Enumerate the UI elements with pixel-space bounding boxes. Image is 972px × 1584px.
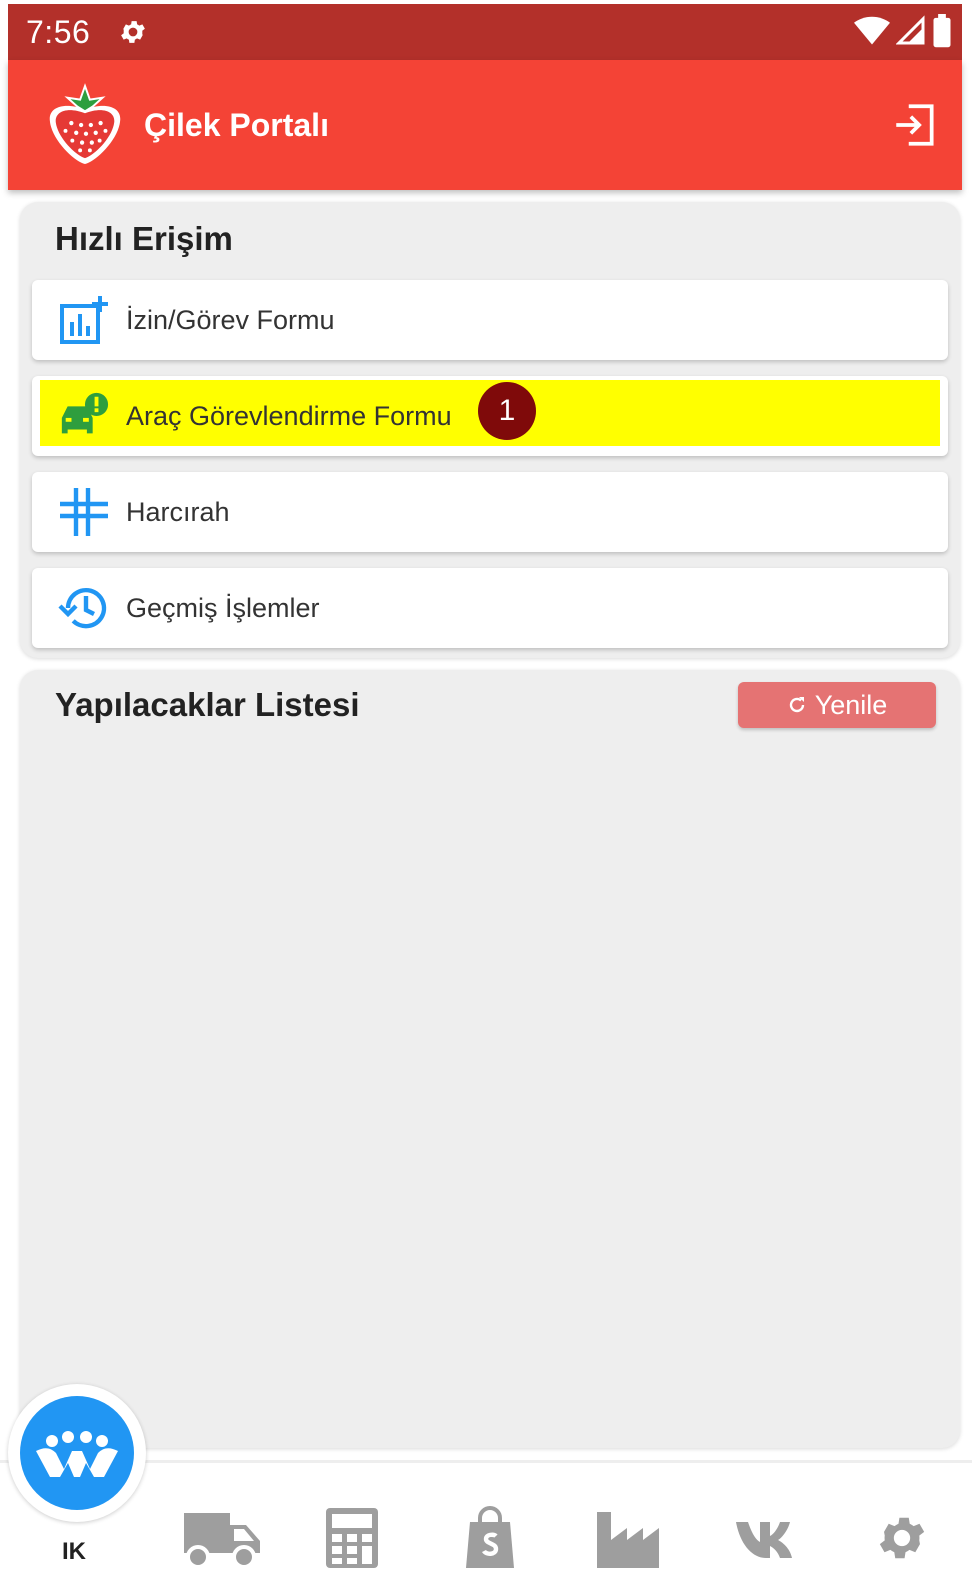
nav-shop[interactable] [450,1503,530,1573]
step-number-badge: 1 [478,382,536,440]
quick-item-label: Harcırah [126,496,230,527]
app-title: Çilek Portalı [144,106,329,143]
quick-item-leave-form[interactable]: İzin/Görev Formu [32,280,948,360]
wifi-icon [854,16,890,45]
refresh-label: Yenile [814,689,888,720]
status-icons [854,14,952,48]
quick-item-allowance[interactable]: Harcırah [32,472,948,552]
strawberry-logo-icon [49,83,121,164]
nav-factory[interactable] [590,1503,670,1573]
truck-icon [184,1513,260,1569]
status-time: 7:56 [26,13,91,50]
todo-list-title: Yapılacaklar Listesi [55,686,360,723]
gear-icon [879,1517,925,1559]
calculator-icon [326,1508,378,1568]
logout-button[interactable] [890,100,940,150]
nav-vk[interactable] [730,1503,810,1573]
nav-vehicles[interactable] [182,1503,262,1573]
factory-icon [597,1512,659,1568]
nav-calculator[interactable] [312,1503,392,1573]
grid-lines-icon [58,486,110,538]
history-icon [58,582,110,634]
todo-list-card: Yapılacaklar Listesi Yenile [20,670,960,1448]
quick-item-label: İzin/Görev Formu [126,304,335,335]
app-screen: 7:56 Çilek Portalı Hızlı Erişim İzin/Gör… [0,0,972,1584]
chart-add-icon [58,294,110,346]
signal-icon [896,15,925,45]
nav-ik[interactable] [8,1384,146,1522]
app-bar: Çilek Portalı [8,60,962,190]
settings-notification-icon [118,16,150,48]
logout-icon [896,104,934,146]
quick-item-history[interactable]: Geçmiş İşlemler [32,568,948,648]
vk-icon [736,1522,792,1558]
quick-item-label: Araç Görevlendirme Formu [126,400,452,431]
bottom-navigation [0,1460,972,1584]
shopify-bag-icon [466,1506,514,1568]
battery-icon [933,14,951,48]
quick-item-label: Geçmiş İşlemler [126,592,320,623]
refresh-button[interactable]: Yenile [738,682,936,728]
ik-fab-button[interactable] [20,1396,134,1510]
quick-item-vehicle-assignment-form[interactable]: Araç Görevlendirme Formu 1 [32,376,948,456]
quick-access-title: Hızlı Erişim [55,220,233,257]
quick-access-card: Hızlı Erişim İzin/Görev Formu Araç Görev… [20,202,960,658]
nav-settings[interactable] [862,1503,942,1573]
refresh-icon [789,697,804,713]
car-alert-icon [58,390,110,442]
status-bar: 7:56 [8,4,962,60]
hr-people-icon [36,1431,118,1477]
nav-ik-label: IK [62,1538,86,1565]
